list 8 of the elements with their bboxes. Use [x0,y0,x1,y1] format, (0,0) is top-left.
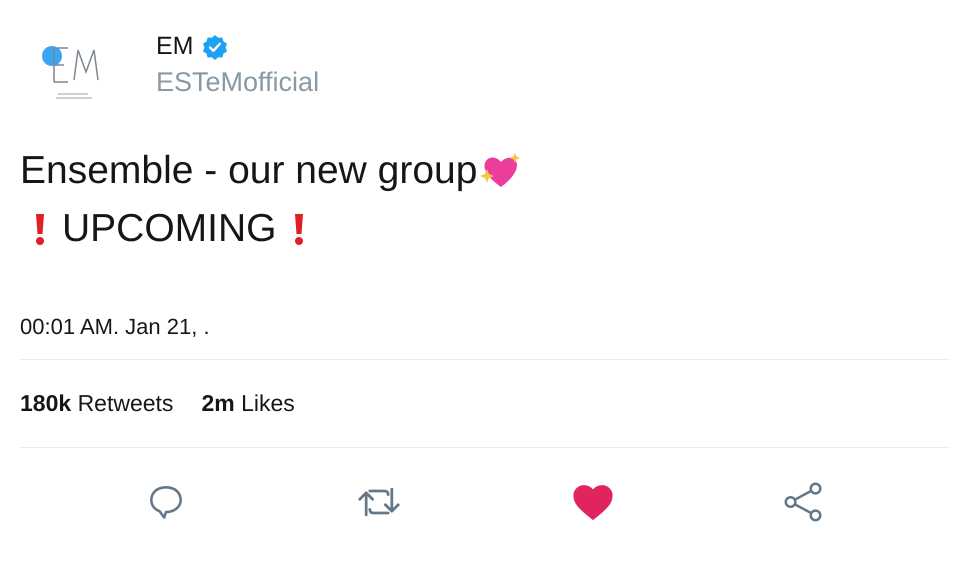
tweet-text: Ensemble - our new group [20,148,478,194]
stat-count[interactable]: 180k Retweets [20,386,174,420]
tweet-timestamp: 00:01 AM. Jan 21, . [20,314,210,339]
exclamation-icon [34,212,46,246]
exclamation-icon [292,212,304,246]
tweet-text: UPCOMING [62,206,276,252]
author-name: EM [156,31,194,62]
stat-count[interactable]: 2m Likes [201,386,295,420]
